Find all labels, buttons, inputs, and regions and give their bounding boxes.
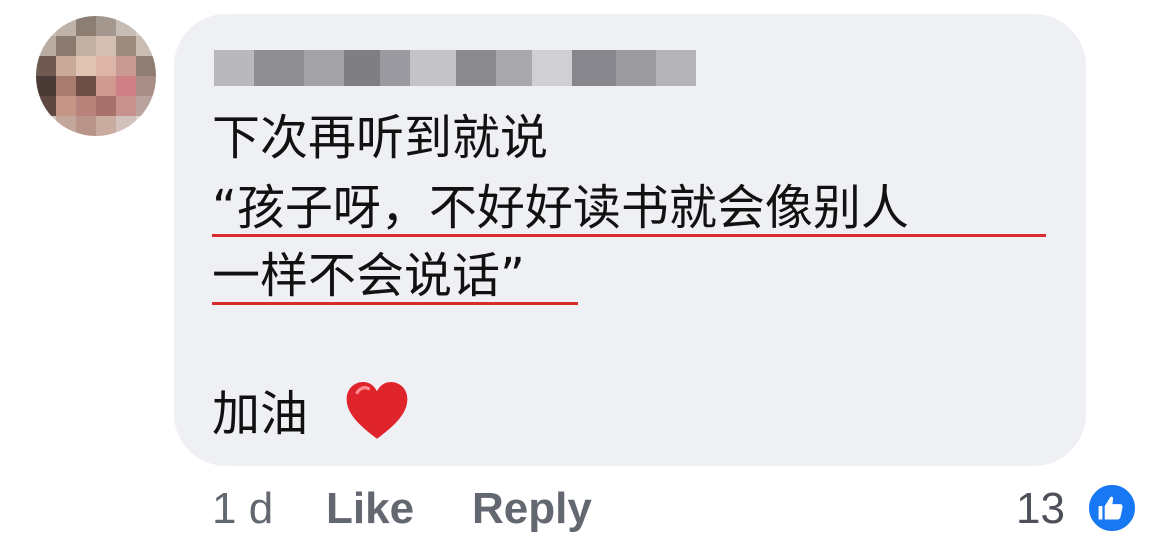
heart-emoji bbox=[346, 381, 408, 439]
comment-line-1: 下次再听到就说 bbox=[212, 110, 549, 166]
comment-line-4: 加油 bbox=[212, 386, 309, 442]
underline-line-2 bbox=[212, 234, 1046, 237]
avatar-pixelated-image bbox=[36, 16, 156, 136]
comment-line-3: 一样不会说话” bbox=[212, 248, 525, 304]
author-name-blurred[interactable] bbox=[214, 44, 696, 96]
comment-line-2: “孩子呀，不好好读书就会像别人 bbox=[212, 180, 909, 236]
thumbs-up-icon[interactable] bbox=[1086, 482, 1138, 534]
avatar[interactable] bbox=[36, 16, 156, 136]
like-button[interactable]: Like bbox=[326, 484, 414, 534]
comment-timestamp[interactable]: 1 d bbox=[212, 484, 273, 534]
reply-button[interactable]: Reply bbox=[472, 484, 592, 534]
underline-line-3 bbox=[212, 302, 578, 305]
reaction-count[interactable]: 13 bbox=[1016, 484, 1065, 534]
